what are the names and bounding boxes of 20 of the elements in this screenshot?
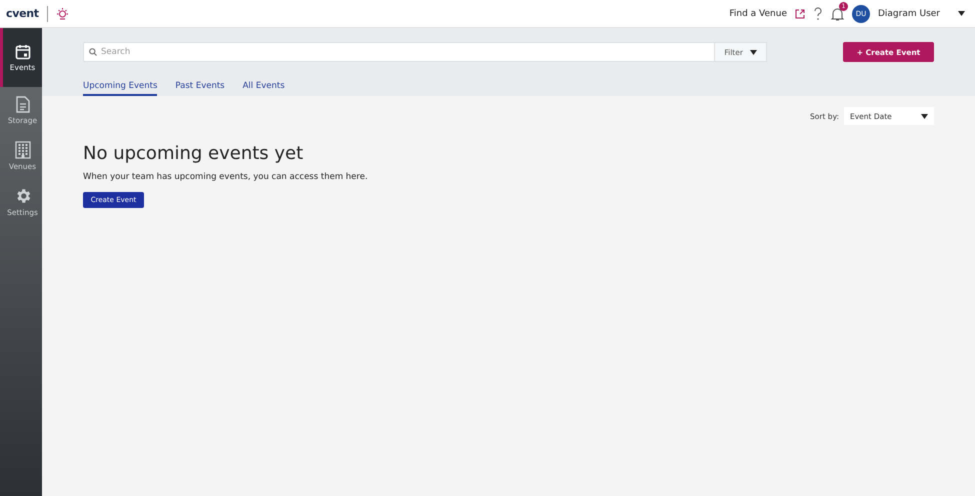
- help-icon[interactable]: [812, 6, 823, 20]
- sun-icon[interactable]: [56, 7, 69, 20]
- find-venue-link[interactable]: Find a Venue: [729, 8, 787, 18]
- external-link-icon[interactable]: [794, 8, 805, 18]
- logo[interactable]: cvent: [6, 7, 39, 20]
- caret-icon: [750, 50, 757, 54]
- caret-icon: [921, 114, 928, 118]
- user-name[interactable]: Diagram User: [878, 8, 940, 18]
- empty-message: When your team has upcoming events, you can access them here.: [83, 172, 369, 182]
- bell-icon[interactable]: [830, 6, 844, 20]
- search-field[interactable]: Search: [83, 42, 715, 62]
- building-icon: [14, 141, 30, 159]
- search-icon: [89, 48, 97, 56]
- document-icon: [16, 96, 30, 112]
- tab[interactable]: Upcoming Events: [83, 81, 158, 96]
- calendar-icon: [14, 44, 30, 60]
- tab[interactable]: Past Events: [175, 81, 225, 96]
- tab[interactable]: All Events: [242, 81, 285, 96]
- caret-icon: [958, 11, 965, 16]
- empty-title: No upcoming events yet: [83, 143, 304, 164]
